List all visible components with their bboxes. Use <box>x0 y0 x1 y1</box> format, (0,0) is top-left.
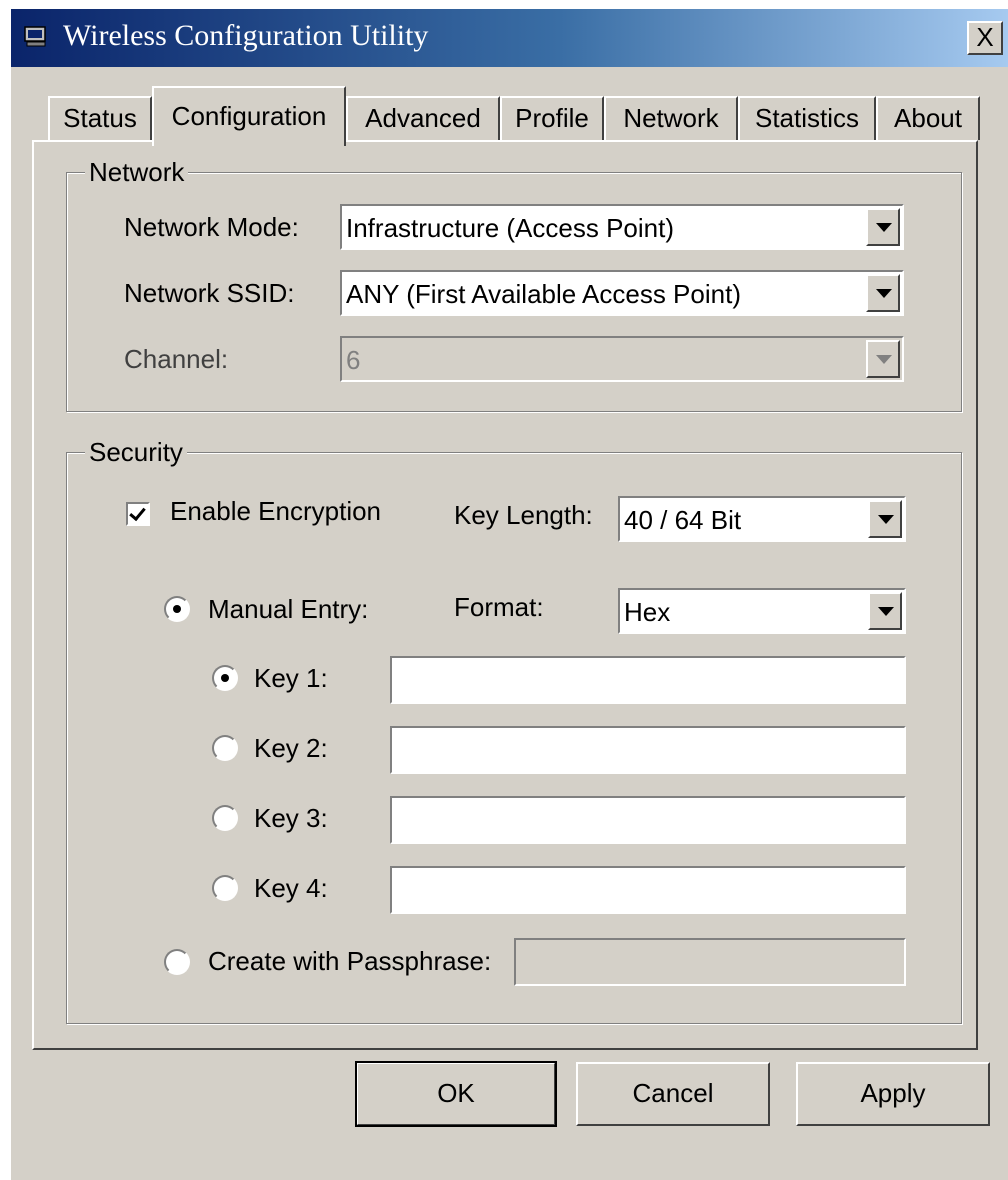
channel-value: 6 <box>346 345 361 375</box>
key-length-label: Key Length: <box>454 500 593 530</box>
enable-encryption-checkbox[interactable] <box>126 502 150 526</box>
chevron-down-icon[interactable] <box>868 500 902 538</box>
chevron-down-icon[interactable] <box>866 274 900 312</box>
cancel-button[interactable]: Cancel <box>576 1062 770 1126</box>
key-4-radio[interactable] <box>212 875 238 901</box>
enable-encryption-label[interactable]: Enable Encryption <box>170 494 381 528</box>
tab-profile[interactable]: Profile <box>500 96 604 140</box>
network-mode-select[interactable]: Infrastructure (Access Point) <box>340 204 904 250</box>
key-4-input[interactable] <box>390 866 906 914</box>
ok-button[interactable]: OK <box>355 1061 557 1127</box>
tab-configuration[interactable]: Configuration <box>152 86 346 146</box>
tab-status[interactable]: Status <box>48 96 152 140</box>
key-3-input[interactable] <box>390 796 906 844</box>
network-mode-label: Network Mode: <box>124 212 299 242</box>
apply-button[interactable]: Apply <box>796 1062 990 1126</box>
passphrase-input <box>514 938 906 986</box>
network-ssid-select[interactable]: ANY (First Available Access Point) <box>340 270 904 316</box>
key-length-select[interactable]: 40 / 64 Bit <box>618 496 906 542</box>
passphrase-radio[interactable] <box>164 949 190 975</box>
passphrase-label[interactable]: Create with Passphrase: <box>208 944 491 978</box>
key-2-label[interactable]: Key 2: <box>254 731 328 765</box>
manual-entry-radio[interactable] <box>164 596 190 622</box>
chevron-down-icon <box>866 340 900 378</box>
window-title: Wireless Configuration Utility <box>63 19 429 52</box>
key-3-radio[interactable] <box>212 805 238 831</box>
key-2-input[interactable] <box>390 726 906 774</box>
tab-about[interactable]: About <box>876 96 980 140</box>
format-value: Hex <box>624 597 671 627</box>
key-1-input[interactable] <box>390 656 906 704</box>
key-length-value: 40 / 64 Bit <box>624 505 742 535</box>
manual-entry-label[interactable]: Manual Entry: <box>208 592 368 626</box>
monitor-icon <box>24 26 46 47</box>
network-group-label: Network <box>85 155 189 189</box>
channel-label: Channel: <box>124 344 229 374</box>
tab-network[interactable]: Network <box>604 96 738 140</box>
security-group-label: Security <box>85 435 187 469</box>
tab-statistics[interactable]: Statistics <box>738 96 876 140</box>
title-bar[interactable]: Wireless Configuration Utility X <box>11 9 1008 67</box>
key-4-label[interactable]: Key 4: <box>254 871 328 905</box>
key-1-radio[interactable] <box>212 665 238 691</box>
tab-advanced[interactable]: Advanced <box>346 96 500 140</box>
key-2-radio[interactable] <box>212 735 238 761</box>
format-label: Format: <box>454 592 544 622</box>
network-ssid-value: ANY (First Available Access Point) <box>346 279 741 309</box>
key-1-label[interactable]: Key 1: <box>254 661 328 695</box>
chevron-down-icon[interactable] <box>866 208 900 246</box>
channel-select: 6 <box>340 336 904 382</box>
format-select[interactable]: Hex <box>618 588 906 634</box>
network-mode-value: Infrastructure (Access Point) <box>346 213 674 243</box>
key-3-label[interactable]: Key 3: <box>254 801 328 835</box>
network-ssid-label: Network SSID: <box>124 278 295 308</box>
chevron-down-icon[interactable] <box>868 592 902 630</box>
close-button[interactable]: X <box>967 21 1003 55</box>
